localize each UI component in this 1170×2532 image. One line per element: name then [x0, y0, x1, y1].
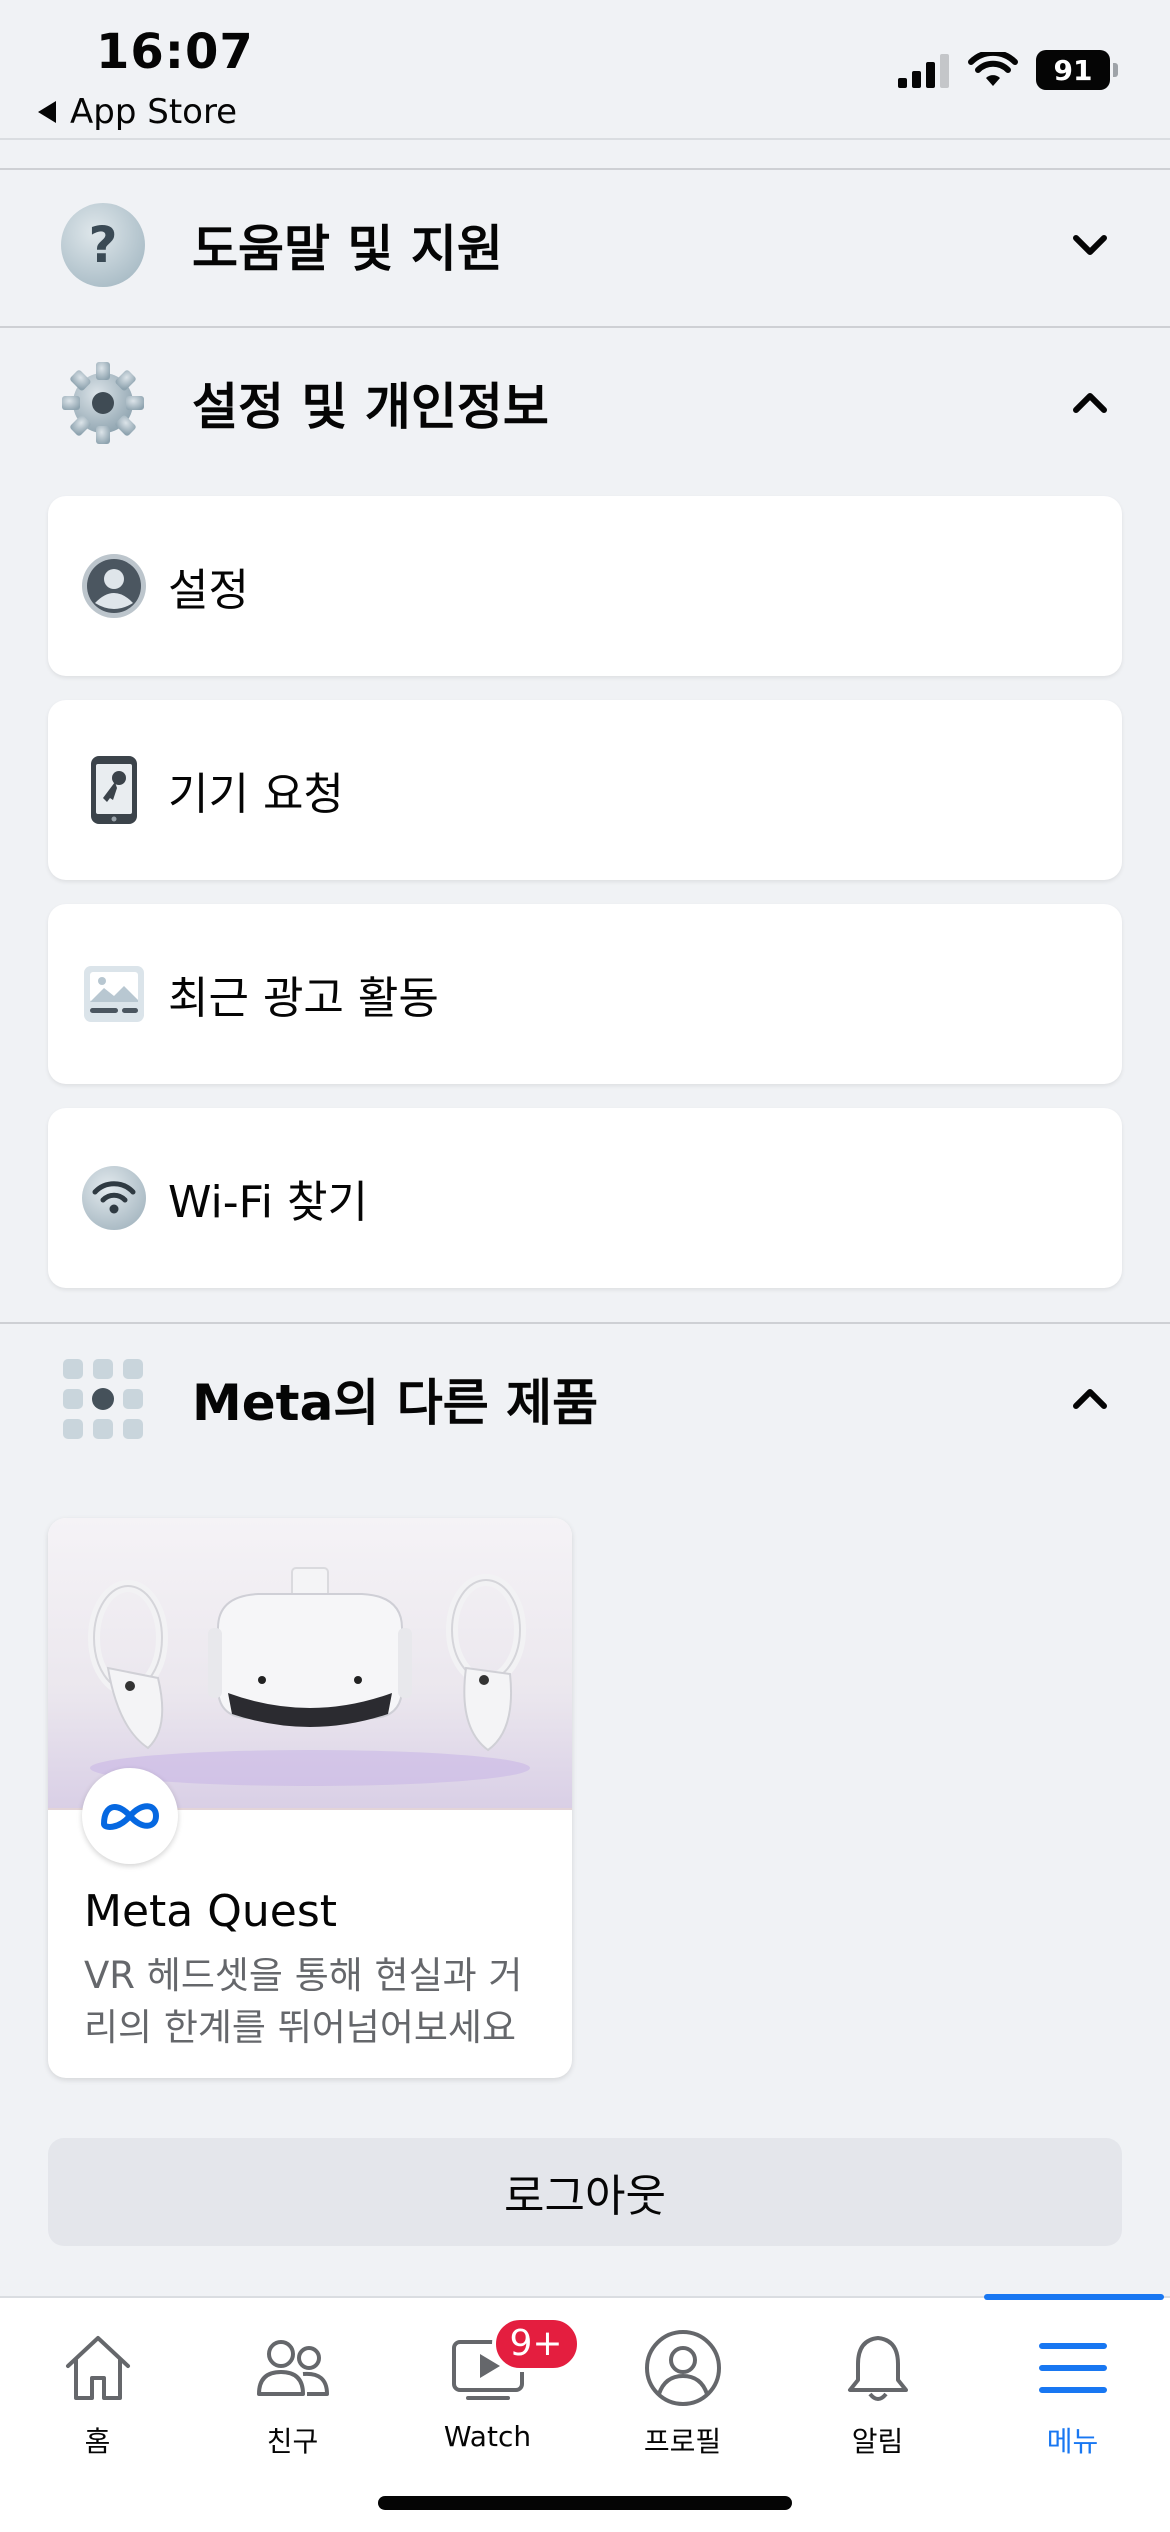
wifi-finder-icon — [80, 1164, 148, 1232]
home-icon — [58, 2328, 138, 2408]
status-bar: 16:07 App Store 91 — [0, 0, 1170, 140]
phone-key-icon — [80, 756, 148, 824]
section-label: Meta의 다른 제품 — [192, 1374, 599, 1432]
profile-icon — [643, 2328, 723, 2408]
section-help[interactable]: ? 도움말 및 지원 — [0, 170, 1170, 320]
chevron-up-icon[interactable] — [1070, 1379, 1110, 1419]
status-indicators: 91 — [898, 50, 1118, 90]
settings-item-label: 기기 요청 — [168, 769, 344, 820]
tab-friends[interactable]: 친구 — [195, 2298, 390, 2478]
cellular-signal-icon — [898, 54, 949, 88]
meta-quest-headset-image — [48, 1518, 572, 1810]
settings-item-label: 설정 — [168, 565, 249, 616]
home-indicator — [378, 2496, 792, 2510]
tab-label: 알림 — [851, 2425, 904, 2458]
wifi-icon — [968, 52, 1018, 86]
section-settings-privacy[interactable]: 설정 및 개인정보 — [0, 328, 1170, 478]
settings-item-find-wifi[interactable]: Wi-Fi 찾기 — [48, 1108, 1122, 1288]
battery-level: 91 — [1053, 53, 1093, 87]
meta-logo-icon — [82, 1768, 178, 1864]
section-meta-products[interactable]: Meta의 다른 제품 — [0, 1324, 1170, 1474]
settings-item-device-requests[interactable]: 기기 요청 — [48, 700, 1122, 880]
tab-menu[interactable]: 메뉴 — [975, 2298, 1170, 2478]
account-settings-icon — [80, 552, 148, 620]
meta-quest-card[interactable]: Meta Quest VR 헤드셋을 통해 현실과 거리의 한계를 뛰어넘어보세… — [48, 1518, 572, 2078]
tab-watch[interactable]: 9+ Watch — [390, 2298, 585, 2478]
friends-icon — [253, 2328, 333, 2408]
chevron-down-icon[interactable] — [1070, 225, 1110, 265]
hamburger-menu-icon — [1033, 2328, 1113, 2408]
product-title: Meta Quest — [84, 1886, 337, 1937]
settings-item-settings[interactable]: 설정 — [48, 496, 1122, 676]
gear-icon — [58, 358, 148, 448]
settings-item-label: 최근 광고 활동 — [168, 973, 439, 1024]
settings-item-recent-ad-activity[interactable]: 최근 광고 활동 — [48, 904, 1122, 1084]
watch-video-icon: 9+ — [448, 2316, 581, 2408]
ad-activity-icon — [80, 960, 148, 1028]
bell-icon — [838, 2328, 918, 2408]
apps-grid-icon — [58, 1354, 148, 1444]
section-label: 도움말 및 지원 — [192, 220, 503, 278]
tab-label: Watch — [443, 2420, 532, 2453]
svg-text:?: ? — [88, 216, 117, 274]
tab-label: 친구 — [266, 2425, 319, 2458]
tab-label: 프로필 — [643, 2425, 722, 2458]
settings-item-label: Wi-Fi 찾기 — [168, 1177, 368, 1228]
tab-home[interactable]: 홈 — [0, 2298, 195, 2478]
section-label: 설정 및 개인정보 — [192, 378, 549, 436]
back-arrow-icon — [38, 101, 56, 123]
back-to-app-store[interactable]: App Store — [38, 92, 237, 132]
logout-button[interactable]: 로그아웃 — [48, 2138, 1122, 2246]
notification-badge: 9+ — [491, 2316, 581, 2372]
help-question-icon: ? — [58, 200, 148, 290]
tab-notifications[interactable]: 알림 — [780, 2298, 975, 2478]
product-description: VR 헤드셋을 통해 현실과 거리의 한계를 뛰어넘어보세요 — [84, 1954, 523, 2049]
back-label: App Store — [70, 92, 238, 132]
battery-icon: 91 — [1036, 50, 1118, 90]
chevron-up-icon[interactable] — [1070, 383, 1110, 423]
status-time: 16:07 — [96, 24, 254, 80]
tab-profile[interactable]: 프로필 — [585, 2298, 780, 2478]
tab-label: 메뉴 — [1046, 2425, 1099, 2458]
tab-label: 홈 — [84, 2425, 111, 2458]
